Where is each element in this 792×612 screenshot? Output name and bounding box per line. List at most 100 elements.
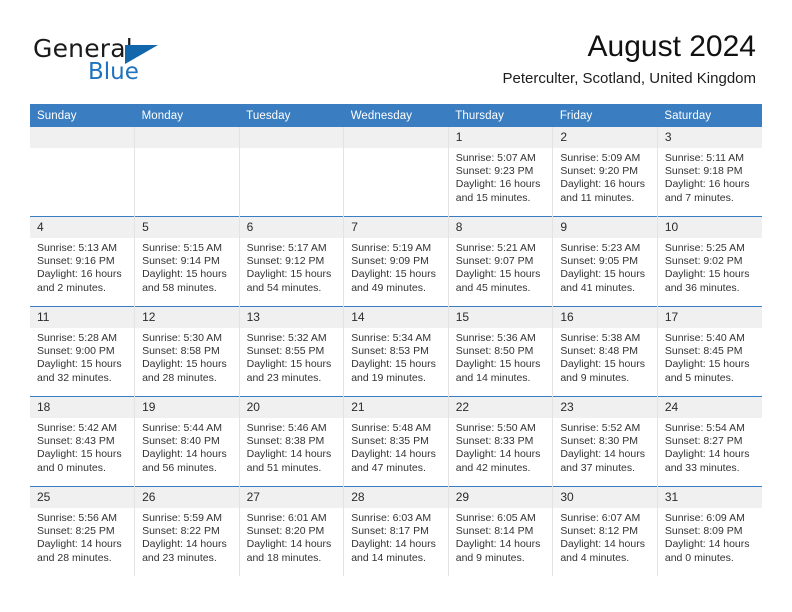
day-cell[interactable]: 7 Sunrise: 5:19 AM Sunset: 9:09 PM Dayli…: [343, 216, 449, 307]
day-cell[interactable]: [343, 127, 449, 217]
day-details: Sunrise: 5:34 AM Sunset: 8:53 PM Dayligh…: [344, 328, 448, 385]
sunrise-text: Sunrise: 5:32 AM: [246, 332, 327, 344]
day-number: 7: [344, 217, 448, 238]
sunset-text: Sunset: 9:05 PM: [560, 255, 638, 268]
weekday-header-saturday: Saturday: [657, 104, 762, 127]
day-number: 31: [657, 487, 762, 508]
day-cell[interactable]: 8 Sunrise: 5:21 AM Sunset: 9:07 PM Dayli…: [448, 216, 554, 307]
day-cell[interactable]: 24 Sunrise: 5:54 AM Sunset: 8:27 PM Dayl…: [657, 396, 762, 487]
day-cell[interactable]: 25 Sunrise: 5:56 AM Sunset: 8:25 PM Dayl…: [30, 486, 136, 576]
daylight-text-line2: and 42 minutes.: [455, 461, 531, 474]
day-cell[interactable]: 28 Sunrise: 6:03 AM Sunset: 8:17 PM Dayl…: [343, 486, 449, 576]
day-cell[interactable]: [239, 127, 345, 217]
daylight-text-line1: Daylight: 15 hours: [664, 268, 750, 281]
day-number: 3: [657, 127, 762, 148]
weekday-header-friday: Friday: [552, 104, 658, 127]
sunset-text: Sunset: 9:16 PM: [37, 255, 115, 268]
day-cell[interactable]: 9 Sunrise: 5:23 AM Sunset: 9:05 PM Dayli…: [552, 216, 658, 307]
day-cell[interactable]: 11 Sunrise: 5:28 AM Sunset: 9:00 PM Dayl…: [30, 306, 136, 397]
day-cell[interactable]: 20 Sunrise: 5:46 AM Sunset: 8:38 PM Dayl…: [239, 396, 345, 487]
sunrise-text: Sunrise: 5:25 AM: [664, 242, 745, 254]
day-details: Sunrise: 6:03 AM Sunset: 8:17 PM Dayligh…: [344, 508, 448, 565]
day-number: 10: [657, 217, 762, 238]
day-cell[interactable]: 16 Sunrise: 5:38 AM Sunset: 8:48 PM Dayl…: [552, 306, 658, 397]
daylight-text-line2: and 9 minutes.: [560, 371, 630, 384]
day-cell[interactable]: 26 Sunrise: 5:59 AM Sunset: 8:22 PM Dayl…: [134, 486, 240, 576]
sunset-text: Sunset: 8:53 PM: [351, 345, 429, 358]
daylight-text-line1: Daylight: 15 hours: [37, 358, 122, 371]
sunset-text: Sunset: 8:48 PM: [560, 345, 638, 358]
day-cell[interactable]: 23 Sunrise: 5:52 AM Sunset: 8:30 PM Dayl…: [552, 396, 658, 487]
brand-name-blue: Blue: [88, 59, 139, 85]
day-cell[interactable]: 29 Sunrise: 6:05 AM Sunset: 8:14 PM Dayl…: [448, 486, 554, 576]
daylight-text-line2: and 0 minutes.: [664, 551, 734, 564]
sunset-text: Sunset: 8:35 PM: [351, 435, 429, 448]
calendar-week-row: 1 Sunrise: 5:07 AM Sunset: 9:23 PM Dayli…: [30, 127, 762, 217]
daylight-text-line2: and 45 minutes.: [455, 281, 531, 294]
day-cell[interactable]: 18 Sunrise: 5:42 AM Sunset: 8:43 PM Dayl…: [30, 396, 136, 487]
day-details: [30, 148, 134, 152]
day-cell[interactable]: 3 Sunrise: 5:11 AM Sunset: 9:18 PM Dayli…: [657, 127, 762, 217]
day-cell[interactable]: 21 Sunrise: 5:48 AM Sunset: 8:35 PM Dayl…: [343, 396, 449, 487]
day-cell[interactable]: [30, 127, 136, 217]
daylight-text-line1: Daylight: 14 hours: [664, 448, 750, 461]
daylight-text-line1: Daylight: 14 hours: [142, 538, 227, 551]
day-details: [240, 148, 344, 152]
day-cell[interactable]: 4 Sunrise: 5:13 AM Sunset: 9:16 PM Dayli…: [30, 216, 136, 307]
day-cell[interactable]: 31 Sunrise: 6:09 AM Sunset: 8:09 PM Dayl…: [657, 486, 762, 576]
day-cell[interactable]: 13 Sunrise: 5:32 AM Sunset: 8:55 PM Dayl…: [239, 306, 345, 397]
brand-name-general: General: [33, 34, 133, 63]
calendar-grid: Sunday Monday Tuesday Wednesday Thursday…: [30, 104, 762, 576]
day-cell[interactable]: 1 Sunrise: 5:07 AM Sunset: 9:23 PM Dayli…: [448, 127, 554, 217]
day-cell[interactable]: 10 Sunrise: 5:25 AM Sunset: 9:02 PM Dayl…: [657, 216, 762, 307]
day-cell[interactable]: 5 Sunrise: 5:15 AM Sunset: 9:14 PM Dayli…: [134, 216, 240, 307]
day-number: 1: [448, 127, 553, 148]
day-cell[interactable]: 15 Sunrise: 5:36 AM Sunset: 8:50 PM Dayl…: [448, 306, 554, 397]
daylight-text-line2: and 56 minutes.: [142, 461, 217, 474]
daylight-text-line2: and 23 minutes.: [246, 371, 322, 384]
daylight-text-line2: and 28 minutes.: [142, 371, 217, 384]
day-cell[interactable]: 17 Sunrise: 5:40 AM Sunset: 8:45 PM Dayl…: [657, 306, 762, 397]
weekday-header-row: Sunday Monday Tuesday Wednesday Thursday…: [30, 104, 762, 127]
sunrise-text: Sunrise: 6:03 AM: [351, 512, 432, 524]
sunrise-text: Sunrise: 5:36 AM: [455, 332, 536, 344]
day-cell[interactable]: 2 Sunrise: 5:09 AM Sunset: 9:20 PM Dayli…: [552, 127, 658, 217]
day-details: Sunrise: 5:46 AM Sunset: 8:38 PM Dayligh…: [240, 418, 344, 475]
sunrise-text: Sunrise: 6:01 AM: [246, 512, 327, 524]
sunrise-text: Sunrise: 5:34 AM: [351, 332, 432, 344]
daylight-text-line1: Daylight: 14 hours: [246, 538, 332, 551]
day-details: Sunrise: 5:23 AM Sunset: 9:05 PM Dayligh…: [553, 238, 657, 295]
brand-logo[interactable]: General Blue: [33, 36, 263, 92]
daylight-text-line1: Daylight: 15 hours: [560, 358, 645, 371]
day-number: 8: [448, 217, 553, 238]
daylight-text-line1: Daylight: 14 hours: [455, 448, 541, 461]
day-number: 15: [448, 307, 553, 328]
sunrise-text: Sunrise: 5:30 AM: [142, 332, 223, 344]
sunset-text: Sunset: 9:02 PM: [664, 255, 743, 268]
sunset-text: Sunset: 8:20 PM: [246, 525, 325, 538]
sunrise-text: Sunrise: 5:46 AM: [246, 422, 327, 434]
day-cell[interactable]: 6 Sunrise: 5:17 AM Sunset: 9:12 PM Dayli…: [239, 216, 345, 307]
sunrise-text: Sunrise: 5:38 AM: [560, 332, 641, 344]
sunrise-text: Sunrise: 6:05 AM: [455, 512, 536, 524]
sunrise-text: Sunrise: 5:17 AM: [246, 242, 327, 254]
weekday-header-tuesday: Tuesday: [239, 104, 344, 127]
sunrise-text: Sunrise: 5:52 AM: [560, 422, 641, 434]
daylight-text-line1: Daylight: 15 hours: [351, 358, 436, 371]
day-cell[interactable]: 27 Sunrise: 6:01 AM Sunset: 8:20 PM Dayl…: [239, 486, 345, 576]
day-cell[interactable]: 12 Sunrise: 5:30 AM Sunset: 8:58 PM Dayl…: [134, 306, 240, 397]
day-details: Sunrise: 5:50 AM Sunset: 8:33 PM Dayligh…: [449, 418, 553, 475]
daylight-text-line1: Daylight: 15 hours: [142, 358, 227, 371]
daylight-text-line1: Daylight: 15 hours: [37, 448, 122, 461]
day-cell[interactable]: 14 Sunrise: 5:34 AM Sunset: 8:53 PM Dayl…: [343, 306, 449, 397]
day-cell[interactable]: [134, 127, 240, 217]
day-cell[interactable]: 30 Sunrise: 6:07 AM Sunset: 8:12 PM Dayl…: [552, 486, 658, 576]
daylight-text-line2: and 33 minutes.: [664, 461, 740, 474]
day-details: Sunrise: 5:42 AM Sunset: 8:43 PM Dayligh…: [30, 418, 134, 475]
page-title: August 2024: [587, 30, 756, 63]
daylight-text-line2: and 58 minutes.: [142, 281, 217, 294]
day-number: 11: [30, 307, 135, 328]
daylight-text-line1: Daylight: 15 hours: [455, 268, 541, 281]
day-cell[interactable]: 19 Sunrise: 5:44 AM Sunset: 8:40 PM Dayl…: [134, 396, 240, 487]
day-cell[interactable]: 22 Sunrise: 5:50 AM Sunset: 8:33 PM Dayl…: [448, 396, 554, 487]
